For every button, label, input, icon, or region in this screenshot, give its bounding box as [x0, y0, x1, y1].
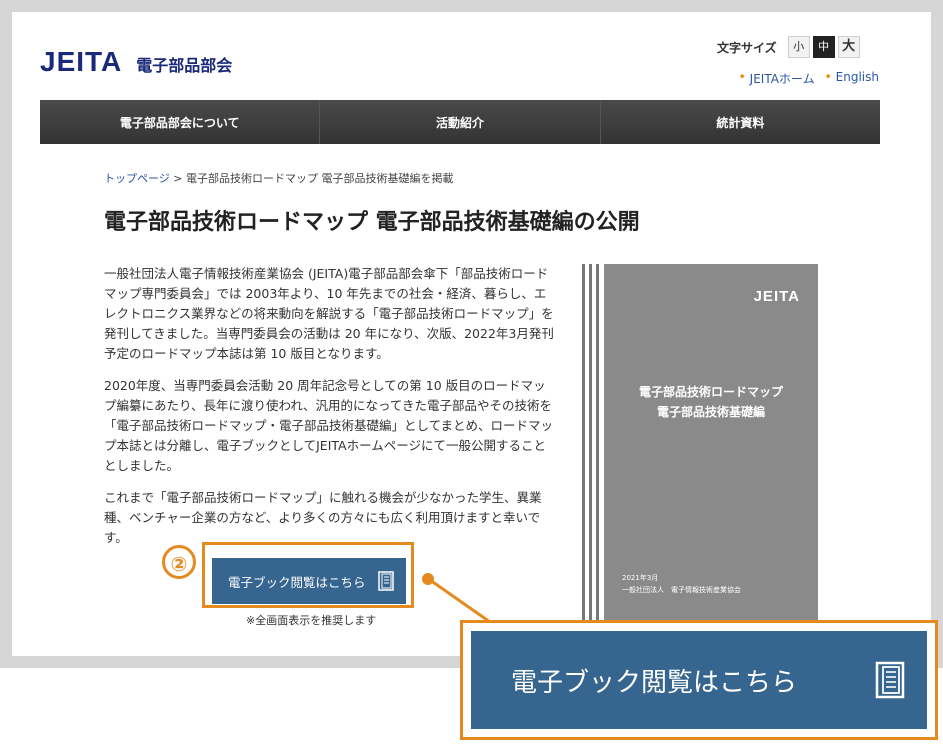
paragraph-3: これまで「電子部品技術ロードマップ」に触れる機会が少なかった学生、異業種、ベンチ… — [104, 490, 542, 545]
nav-item-statistics[interactable]: 統計資料 — [601, 100, 880, 144]
breadcrumb-home-link[interactable]: トップページ — [104, 172, 170, 185]
site-logo[interactable]: JEITA 電子部品部会 — [40, 46, 232, 78]
font-size-small-button[interactable]: 小 — [787, 36, 810, 58]
book-cover-image: JEITA 電子部品技術ロードマップ 電子部品技術基礎編 2021年3月 一般社… — [582, 264, 818, 644]
cover-footer: 2021年3月 一般社団法人 電子情報技術産業協会 — [622, 572, 741, 596]
zoomed-ebook-button-callout: 電子ブック閲覧はこちら — [460, 620, 938, 740]
paragraph-2: 2020年度、当専門委員会活動 20 周年記念号としての第 10 版目のロードマ… — [104, 378, 554, 473]
frame-border-top — [0, 0, 943, 12]
cover-title-line1: 電子部品技術ロードマップ — [638, 385, 783, 399]
font-size-large-button[interactable]: 大 — [837, 36, 860, 58]
bullet-icon: • — [738, 70, 746, 84]
cover-date: 2021年3月 — [622, 574, 659, 582]
ebook-view-button[interactable]: 電子ブック閲覧はこちら — [212, 558, 406, 604]
division-name: 電子部品部会 — [136, 56, 233, 75]
article-body: 一般社団法人電子情報技術産業協会 (JEITA)電子部品部会傘下「部品技術ロード… — [104, 264, 554, 560]
cover-title-line2: 電子部品技術基礎編 — [656, 405, 765, 419]
english-link[interactable]: English — [836, 70, 879, 87]
ebook-icon — [378, 571, 394, 591]
bullet-icon: • — [824, 70, 832, 84]
ebook-button-label: 電子ブック閲覧はこちら — [228, 574, 366, 590]
zoomed-ebook-button[interactable]: 電子ブック閲覧はこちら — [471, 631, 927, 729]
web-page: JEITA 電子部品部会 文字サイズ 小 中 大 • JEITAホーム • En… — [12, 12, 931, 656]
breadcrumb-current: 電子部品技術ロードマップ 電子部品技術基礎編を掲載 — [186, 172, 454, 185]
fullscreen-note: ※全画面表示を推奨します — [246, 614, 377, 627]
cover-page: JEITA 電子部品技術ロードマップ 電子部品技術基礎編 2021年3月 一般社… — [604, 264, 818, 644]
font-size-label: 文字サイズ — [717, 40, 777, 55]
font-size-medium-button[interactable]: 中 — [812, 36, 835, 58]
frame-border-left — [0, 0, 12, 668]
jeita-logo: JEITA — [40, 46, 123, 77]
cover-brand: JEITA — [753, 288, 800, 305]
zoomed-ebook-button-label: 電子ブック閲覧はこちら — [511, 667, 798, 698]
jeita-home-link[interactable]: JEITAホーム — [750, 70, 815, 87]
nav-item-activities[interactable]: 活動紹介 — [320, 100, 601, 144]
page-title: 電子部品技術ロードマップ 電子部品技術基礎編の公開 — [104, 210, 640, 235]
font-size-switcher: 文字サイズ 小 中 大 — [717, 36, 860, 58]
cover-title: 電子部品技術ロードマップ 電子部品技術基礎編 — [604, 382, 818, 422]
breadcrumb: トップページ > 電子部品技術ロードマップ 電子部品技術基礎編を掲載 — [104, 170, 454, 186]
breadcrumb-separator: > — [173, 172, 183, 185]
ebook-icon — [875, 661, 905, 699]
global-nav: 電子部品部会について 活動紹介 統計資料 — [40, 100, 880, 144]
cover-publisher: 一般社団法人 電子情報技術産業協会 — [622, 586, 741, 594]
cover-spine-lines — [582, 264, 600, 644]
nav-item-about[interactable]: 電子部品部会について — [40, 100, 321, 144]
callout-number-badge: ② — [162, 545, 196, 579]
frame-border-right — [931, 0, 943, 668]
header-links: • JEITAホーム • English — [729, 70, 879, 87]
paragraph-1: 一般社団法人電子情報技術産業協会 (JEITA)電子部品部会傘下「部品技術ロード… — [104, 266, 554, 361]
